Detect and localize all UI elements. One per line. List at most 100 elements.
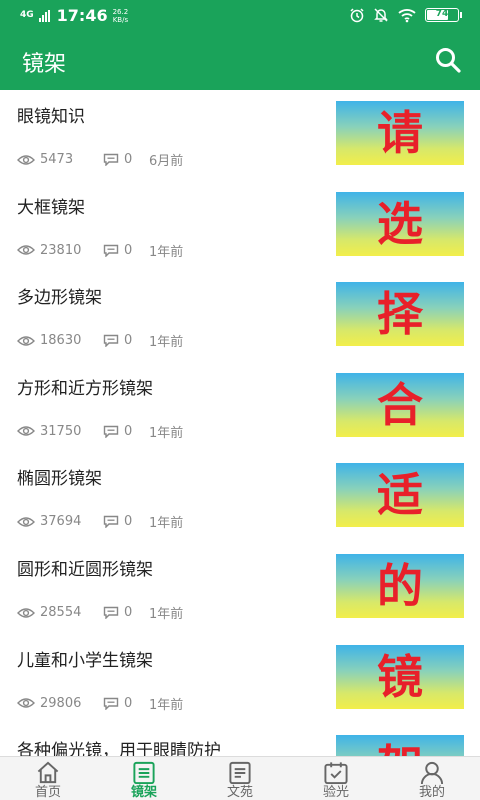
view-count-value: 5473 <box>40 152 74 167</box>
bottom-nav: 首页 镜架 文苑 验光 我的 <box>0 756 480 800</box>
comment-icon <box>103 697 119 710</box>
list-item[interactable]: 各种偏光镜，用于眼睛防护 架 <box>0 724 480 756</box>
comment-count-value: 0 <box>124 333 133 349</box>
item-thumbnail[interactable]: 镜 <box>336 644 464 709</box>
item-thumbnail[interactable]: 的 <box>336 554 464 618</box>
item-thumbnail[interactable]: 择 <box>336 282 464 347</box>
list-item[interactable]: 方形和近方形镜架 31750 0 1年前 合 <box>0 362 480 452</box>
view-count: 31750 <box>17 424 103 439</box>
item-thumbnail[interactable]: 架 <box>336 735 464 756</box>
item-title: 各种偏光镜，用于眼睛防护 <box>17 741 221 756</box>
search-icon[interactable] <box>434 46 462 74</box>
item-title: 圆形和近圆形镜架 <box>17 560 153 580</box>
item-meta: 28554 0 1年前 <box>17 603 183 622</box>
status-left: 4G 17:46 26.2 KB/s <box>20 6 128 25</box>
status-time: 17:46 <box>56 6 108 25</box>
calendar-check-icon <box>324 762 348 785</box>
view-count: 23810 <box>17 243 103 258</box>
view-count-value: 31750 <box>40 423 82 439</box>
item-meta: 37694 0 1年前 <box>17 512 183 531</box>
comment-count: 0 <box>103 514 149 529</box>
comment-count-value: 0 <box>124 695 133 711</box>
tab-2[interactable]: 文苑 <box>192 757 288 800</box>
tab-4[interactable]: 我的 <box>384 757 480 800</box>
list-item[interactable]: 大框镜架 23810 0 1年前 选 <box>0 181 480 271</box>
tab-label: 我的 <box>418 785 445 800</box>
mute-icon <box>374 8 388 22</box>
wifi-icon <box>398 9 416 23</box>
item-title: 多边形镜架 <box>17 288 102 309</box>
comment-count: 0 <box>103 152 149 167</box>
battery-body: 74 <box>425 8 459 22</box>
list-item[interactable]: 多边形镜架 18630 0 1年前 择 <box>0 271 480 361</box>
tab-label: 验光 <box>322 785 349 800</box>
post-time: 1年前 <box>149 607 184 622</box>
item-thumbnail[interactable]: 合 <box>336 372 464 437</box>
status-right: 74 <box>349 7 462 23</box>
tab-label: 镜架 <box>130 785 157 800</box>
battery-level: 74 <box>435 9 449 19</box>
item-title: 眼镜知识 <box>17 107 85 127</box>
speed-unit: KB/s <box>112 15 129 24</box>
comment-icon <box>103 606 119 619</box>
item-title: 椭圆形镜架 <box>17 469 102 490</box>
thumbnail-character: 适 <box>377 468 423 523</box>
comment-count: 0 <box>103 424 149 439</box>
speed-value: 26.2 <box>112 7 129 16</box>
article-list[interactable]: 眼镜知识 5473 0 6月前 请 大框镜架 23810 0 1年前 选 多边形… <box>0 90 480 756</box>
tab-1[interactable]: 镜架 <box>96 757 192 800</box>
post-time: 6月前 <box>149 154 184 169</box>
thumbnail-character: 请 <box>377 106 423 160</box>
post-time: 1年前 <box>149 244 184 260</box>
comment-count: 0 <box>103 696 149 711</box>
comment-count: 0 <box>103 605 149 620</box>
item-meta: 5473 0 6月前 <box>17 150 183 169</box>
eye-icon <box>17 517 35 527</box>
home-icon <box>37 761 59 784</box>
view-count: 29806 <box>17 696 103 711</box>
eye-icon <box>17 698 35 708</box>
eye-icon <box>17 154 35 165</box>
item-meta: 23810 0 1年前 <box>17 241 183 260</box>
post-time: 1年前 <box>149 425 184 441</box>
eye-icon <box>17 245 35 255</box>
item-title: 大框镜架 <box>17 197 85 218</box>
comment-count-value: 0 <box>124 605 133 620</box>
comment-icon <box>103 516 119 529</box>
document-icon <box>229 761 251 785</box>
item-meta: 31750 0 1年前 <box>17 422 183 441</box>
tab-label: 首页 <box>34 785 61 800</box>
eye-icon <box>17 426 35 436</box>
view-count-value: 23810 <box>40 242 82 258</box>
battery-icon: 74 <box>425 8 462 22</box>
item-thumbnail[interactable]: 选 <box>336 191 464 256</box>
network-speed: 26.2 KB/s <box>113 8 129 24</box>
thumbnail-character: 合 <box>377 377 423 432</box>
user-icon <box>420 761 444 785</box>
thumbnail-character: 镜 <box>377 649 423 704</box>
view-count: 5473 <box>17 152 103 167</box>
comment-icon <box>103 334 119 348</box>
tab-0[interactable]: 首页 <box>0 757 96 800</box>
network-type: 4G <box>20 10 34 20</box>
tab-3[interactable]: 验光 <box>288 757 384 800</box>
list-item[interactable]: 儿童和小学生镜架 29806 0 1年前 镜 <box>0 634 480 724</box>
list-item[interactable]: 椭圆形镜架 37694 0 1年前 适 <box>0 452 480 542</box>
signal-icon <box>38 9 50 22</box>
app-bar: 镜架 <box>0 30 480 90</box>
item-title: 方形和近方形镜架 <box>17 378 153 399</box>
comment-icon <box>103 244 119 257</box>
list-item[interactable]: 眼镜知识 5473 0 6月前 请 <box>0 90 480 180</box>
status-bar: 4G 17:46 26.2 KB/s 74 <box>0 0 480 30</box>
list-item[interactable]: 圆形和近圆形镜架 28554 0 1年前 的 <box>0 543 480 633</box>
comment-count-value: 0 <box>124 152 133 167</box>
page-title: 镜架 <box>22 52 67 77</box>
post-time: 1年前 <box>149 335 184 351</box>
post-time: 1年前 <box>149 697 184 713</box>
item-thumbnail[interactable]: 适 <box>336 463 464 528</box>
view-count: 37694 <box>17 514 103 529</box>
view-count-value: 18630 <box>40 333 82 349</box>
item-thumbnail[interactable]: 请 <box>336 101 464 165</box>
thumbnail-character: 架 <box>377 735 423 756</box>
alarm-icon <box>350 8 364 23</box>
